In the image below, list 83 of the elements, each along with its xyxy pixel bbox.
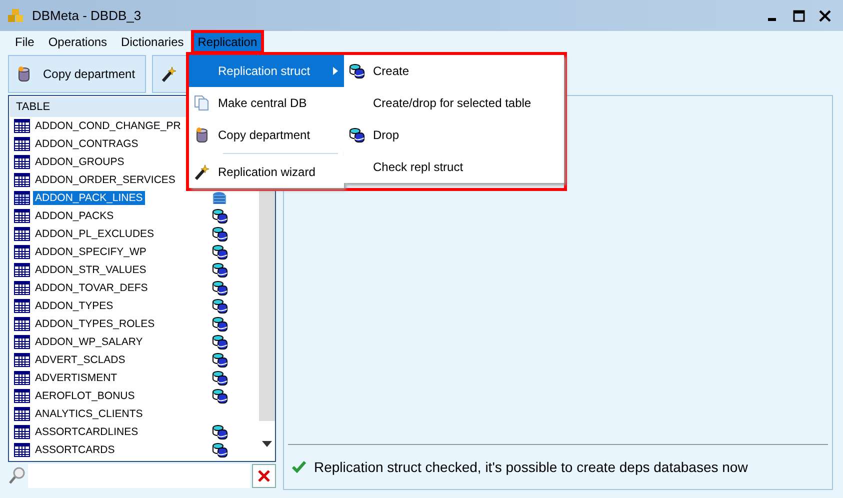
menu-item[interactable]: File [8,30,42,54]
table-icon [14,352,30,368]
database-icon [17,66,31,82]
table-icon [14,334,30,350]
menu-item[interactable]: Dictionaries [114,30,191,54]
table-name[interactable]: ADVERT_SCLADS [33,353,128,367]
menu-item[interactable]: Copy department [189,119,344,151]
table-name[interactable]: ANALYTICS_CLIENTS [33,407,145,421]
scroll-down-icon[interactable] [262,441,272,447]
database-icon [212,262,228,278]
table-icon [14,442,30,458]
table-icon [14,154,30,170]
table-icon [14,388,30,404]
table-icon [14,244,30,260]
table-name[interactable]: ADDON_SPECIFY_WP [33,245,148,259]
wand-icon [161,66,177,82]
table-name[interactable]: ADDON_CONTRAGS [33,137,140,151]
table-name[interactable]: ADDON_WP_SALARY [33,335,145,349]
table-name[interactable]: ADDON_GROUPS [33,155,126,169]
table-icon [14,226,30,242]
table-name[interactable]: ASSORTCARDS [33,443,117,457]
table-icon [14,406,30,422]
clear-icon [257,469,271,483]
database-icon [212,298,228,314]
database-icon [212,244,228,260]
search-icon [8,466,26,486]
clear-button[interactable] [252,464,276,488]
database-icon [212,352,228,368]
database-icon [212,226,228,242]
database-icon [212,424,228,440]
database-icon [212,370,228,386]
checkmark-icon [292,461,306,473]
table-icon [14,208,30,224]
table-name[interactable]: ADDON_PL_EXCLUDES [33,227,156,241]
table-name[interactable]: ADDON_PACK_LINES [33,191,145,205]
status-message: Replication struct checked, it's possible to create deps databases now [314,459,748,475]
toolbar-button[interactable]: Copy department [8,55,146,93]
database-icon [212,388,228,404]
database-icon [212,442,228,458]
table-icon [14,262,30,278]
menu-item[interactable]: Replication wizard [189,156,344,188]
database-icon [349,127,365,143]
maximize-icon[interactable] [793,10,805,22]
database-icon [212,190,228,206]
table-name[interactable]: ADVERTISMENT [33,371,120,385]
table-name[interactable]: ASSORTCARDLINES [33,425,140,439]
menu-item[interactable]: Check repl struct [370,160,564,174]
database-icon [212,316,228,332]
table-name[interactable]: ADDON_PACKS [33,209,116,223]
table-name[interactable]: ADDON_COND_CHANGE_PR [33,119,183,133]
database-icon [212,208,228,224]
table-icon [14,172,30,188]
close-icon[interactable] [819,10,831,22]
table-name[interactable]: ADDON_ORDER_SERVICES [33,173,178,187]
table-icon [14,190,30,206]
database-icon [349,63,365,79]
wand-icon [194,164,210,180]
window-title: DBMeta - DBDB_3 [32,8,142,23]
table-name[interactable]: ADDON_TYPES_ROLES [33,317,157,331]
table-icon [14,370,30,386]
menu-item[interactable]: Replication [190,30,264,54]
menu-item[interactable]: Make central DB [189,87,344,119]
menu-item[interactable]: Operations [41,30,114,54]
table-icon [14,298,30,314]
table-icon [14,316,30,332]
table-name[interactable]: ADDON_TYPES [33,299,116,313]
database-icon [195,127,209,143]
menu-item[interactable]: Create [370,64,564,78]
submenu-arrow-icon [333,67,338,75]
database-icon [212,334,228,350]
table-name[interactable]: ADDON_TOVAR_DEFS [33,281,150,295]
menu-item[interactable]: Drop [370,128,564,142]
documents-icon [194,95,210,111]
cubes-icon [8,8,24,22]
table-icon [14,424,30,440]
menu-item[interactable]: Create/drop for selected table [370,96,564,110]
menu-item[interactable]: Replication struct [189,55,344,87]
table-name[interactable]: AEROFLOT_BONUS [33,389,137,403]
table-name[interactable]: ADDON_STR_VALUES [33,263,148,277]
database-icon [212,280,228,296]
table-icon [14,136,30,152]
table-icon [14,280,30,296]
table-icon [14,118,30,134]
